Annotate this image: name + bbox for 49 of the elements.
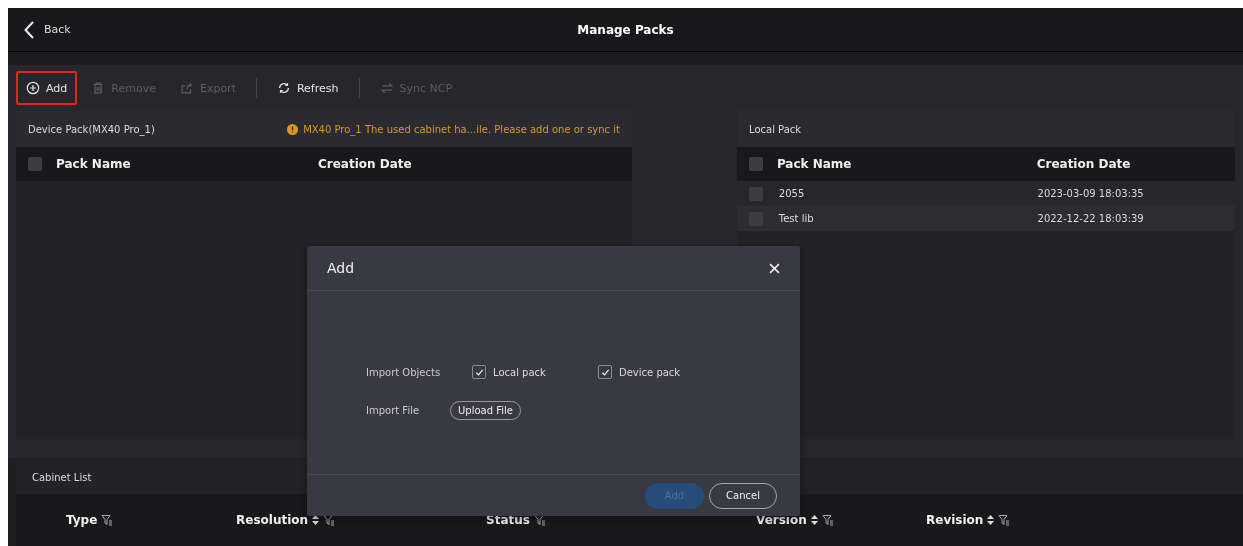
table-row[interactable]: Test lib 2022-12-22 18:03:39 [737, 206, 1235, 231]
warning-icon [287, 123, 299, 135]
warning-message: MX40 Pro_1 The used cabinet ha...ile. Please add one or sync it [287, 123, 620, 135]
close-button[interactable] [769, 262, 780, 274]
option-checkbox[interactable]: Local pack [472, 365, 598, 379]
column-header: Pack Name [776, 157, 853, 171]
panel-title: Local Pack [749, 123, 802, 135]
table-cell-text: Test lib [778, 213, 815, 224]
sort-icon[interactable] [312, 515, 320, 525]
column-header[interactable]: Resolution [236, 513, 486, 527]
filter-icon[interactable] [821, 514, 834, 526]
refresh-button[interactable]: Refresh [266, 71, 349, 105]
filter-icon[interactable] [533, 514, 546, 526]
column-header: Creation Date [1036, 157, 1132, 171]
window-title: Manage Packs [577, 22, 674, 37]
option-checkbox[interactable]: Device pack [598, 365, 724, 379]
filter-icon[interactable] [998, 514, 1011, 526]
back-button[interactable]: Back [24, 20, 71, 39]
panel-title: Device Pack(MX40 Pro_1) [28, 123, 155, 135]
column-header: Creation Date [318, 157, 413, 171]
column-header[interactable]: Version [756, 513, 926, 527]
export-icon [179, 81, 194, 95]
plus-circle-icon [26, 81, 40, 95]
table-cell-text: 2022-12-22 18:03:39 [1037, 213, 1145, 224]
chevron-left-icon [24, 20, 34, 39]
select-all-checkbox[interactable] [749, 157, 763, 171]
column-header[interactable]: Status [486, 513, 756, 527]
checkbox[interactable] [472, 365, 486, 379]
sort-icon[interactable] [810, 515, 818, 525]
row-checkbox[interactable] [749, 186, 763, 201]
select-all-checkbox[interactable] [28, 157, 42, 171]
dialog-title: Add [327, 260, 355, 276]
table-cell-text: 2055 [778, 188, 806, 199]
checkmark-icon [600, 367, 610, 377]
sort-icon[interactable] [987, 515, 995, 525]
column-header[interactable]: Type [66, 513, 236, 527]
add-button[interactable]: Add [16, 71, 78, 105]
table-row[interactable]: 2055 2023-03-09 18:03:35 [737, 181, 1235, 206]
swap-arrows-icon [379, 81, 394, 95]
checkbox[interactable] [598, 365, 612, 379]
panel-title: Cabinet List [32, 471, 92, 483]
column-header: Pack Name [56, 157, 132, 171]
checkmark-icon [474, 367, 484, 377]
filter-icon[interactable] [101, 514, 114, 526]
column-header[interactable]: Revision [926, 513, 1126, 527]
field-label: Import Objects [366, 366, 442, 378]
refresh-icon [276, 81, 291, 95]
filter-icon[interactable] [323, 514, 336, 526]
table-cell-text: 2023-03-09 18:03:35 [1037, 188, 1145, 199]
